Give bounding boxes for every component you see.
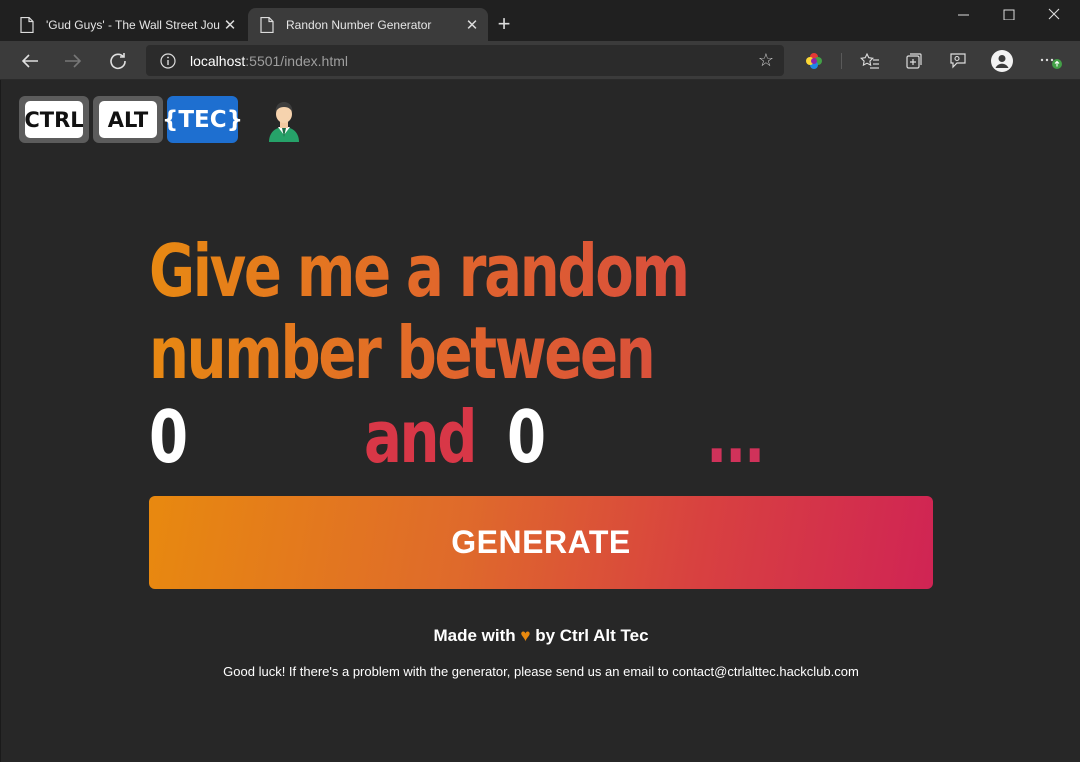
made-suffix: by Ctrl Alt Tec (535, 626, 649, 645)
toolbar-separator (841, 53, 842, 69)
headline: Give me a random number between (149, 229, 690, 394)
logo-ctrl-label: CTRL (24, 101, 84, 138)
collections-icon[interactable] (902, 49, 926, 73)
favorite-star-icon[interactable]: ☆ (758, 50, 774, 71)
logo-ctrl-key: CTRL (19, 96, 89, 143)
feedback-icon[interactable] (946, 49, 970, 73)
address-bar[interactable]: localhost:5501/index.html ☆ (146, 45, 784, 76)
tab-title: 'Gud Guys' - The Wall Street Jour (46, 17, 220, 32)
heart-icon: ♥ (520, 626, 531, 645)
contact-note: Good luck! If there's a problem with the… (223, 664, 859, 679)
headline-line-1: Give me a random (149, 229, 690, 313)
logo-alt-key: ALT (93, 96, 163, 143)
generate-button[interactable]: GENERATE (149, 496, 933, 589)
back-button[interactable] (16, 47, 44, 75)
made-prefix: Made with (433, 626, 516, 645)
tab-title: Randon Number Generator (286, 17, 432, 32)
favorites-icon[interactable] (858, 49, 882, 73)
close-window-button[interactable] (1031, 4, 1077, 28)
new-tab-button[interactable]: + (494, 12, 514, 36)
url-text: localhost:5501/index.html (190, 53, 348, 69)
logo-tec-badge: {TEC} (162, 96, 243, 143)
minimize-icon (958, 14, 969, 16)
close-tab-icon[interactable]: ✕ (462, 16, 482, 34)
min-value: 0 (149, 395, 188, 479)
settings-more-icon[interactable] (1038, 49, 1062, 73)
close-icon (1048, 8, 1060, 20)
max-value: 0 (507, 395, 546, 479)
color-wheel-extension-icon[interactable] (802, 49, 826, 73)
document-icon (20, 16, 34, 33)
browser-toolbar: localhost:5501/index.html ☆ (0, 41, 1080, 80)
user-avatar-icon (269, 102, 299, 142)
url-path: :5501/index.html (245, 53, 348, 69)
arrow-left-icon (21, 54, 38, 68)
document-icon (260, 16, 274, 33)
forward-button[interactable] (59, 47, 87, 75)
refresh-button[interactable] (104, 47, 132, 75)
and-word: and (364, 395, 477, 479)
headline-line-2: number between (149, 312, 688, 394)
url-host: localhost (190, 53, 246, 69)
result-ellipsis: ... (706, 395, 765, 479)
refresh-icon (110, 53, 126, 70)
tab-strip: 'Gud Guys' - The Wall Street Jour ✕ Rand… (0, 0, 1080, 41)
made-with-credit: Made with ♥ by Ctrl Alt Tec (1, 626, 1080, 646)
page-content: CTRL ALT {TEC} Give me a random number b… (0, 80, 1080, 762)
tab-random-number-generator[interactable]: Randon Number Generator ✕ (248, 8, 488, 41)
maximize-button[interactable] (986, 4, 1032, 28)
maximize-icon (1003, 9, 1015, 21)
minimize-button[interactable] (941, 4, 987, 28)
tab-wall-street-journal[interactable]: 'Gud Guys' - The Wall Street Jour ✕ (8, 8, 246, 41)
profile-avatar-icon[interactable] (990, 49, 1014, 73)
info-icon[interactable] (160, 53, 176, 69)
logo-alt-label: ALT (99, 101, 157, 138)
arrow-right-icon (65, 54, 82, 68)
range-row: 0 and 0 ... (149, 396, 769, 478)
close-tab-icon[interactable]: ✕ (220, 16, 240, 34)
